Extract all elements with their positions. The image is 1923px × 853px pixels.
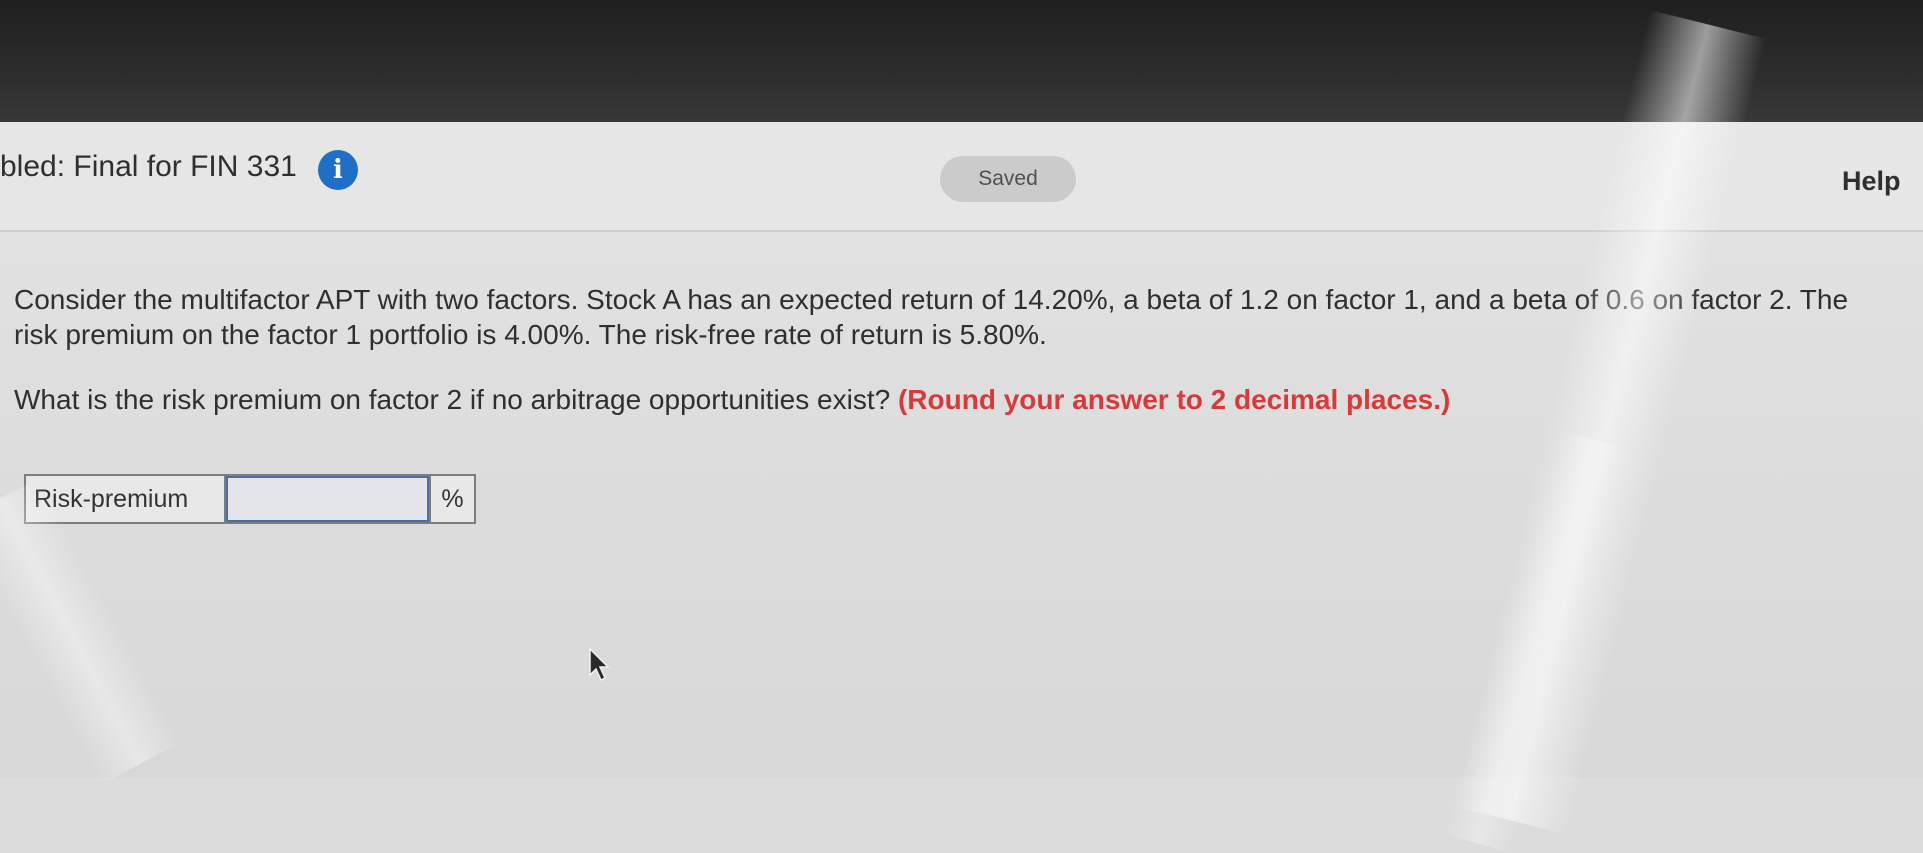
monitor-bezel: [0, 0, 1923, 128]
quiz-title: bled: Final for FIN 331: [0, 150, 297, 183]
info-icon[interactable]: i: [318, 150, 358, 190]
question-text: Consider the multifactor APT with two fa…: [14, 284, 1849, 350]
help-link[interactable]: Help: [1842, 166, 1901, 197]
quiz-header: bled: Final for FIN 331 i Saved Help: [0, 122, 1923, 232]
answer-label: Risk-premium: [26, 476, 226, 522]
answer-table: Risk-premium %: [24, 474, 476, 524]
question-prompt: What is the risk premium on factor 2 if …: [14, 382, 1894, 417]
mouse-pointer-icon: [589, 647, 610, 682]
question-body: Consider the multifactor APT with two fa…: [14, 282, 1894, 417]
question-prompt-text: What is the risk premium on factor 2 if …: [14, 384, 891, 415]
risk-premium-input[interactable]: [226, 476, 429, 522]
saved-status-badge: Saved: [940, 156, 1076, 202]
quiz-screen: bled: Final for FIN 331 i Saved Help Con…: [0, 122, 1923, 777]
rounding-instruction: (Round your answer to 2 decimal places.): [897, 384, 1451, 415]
answer-unit: %: [429, 476, 474, 522]
